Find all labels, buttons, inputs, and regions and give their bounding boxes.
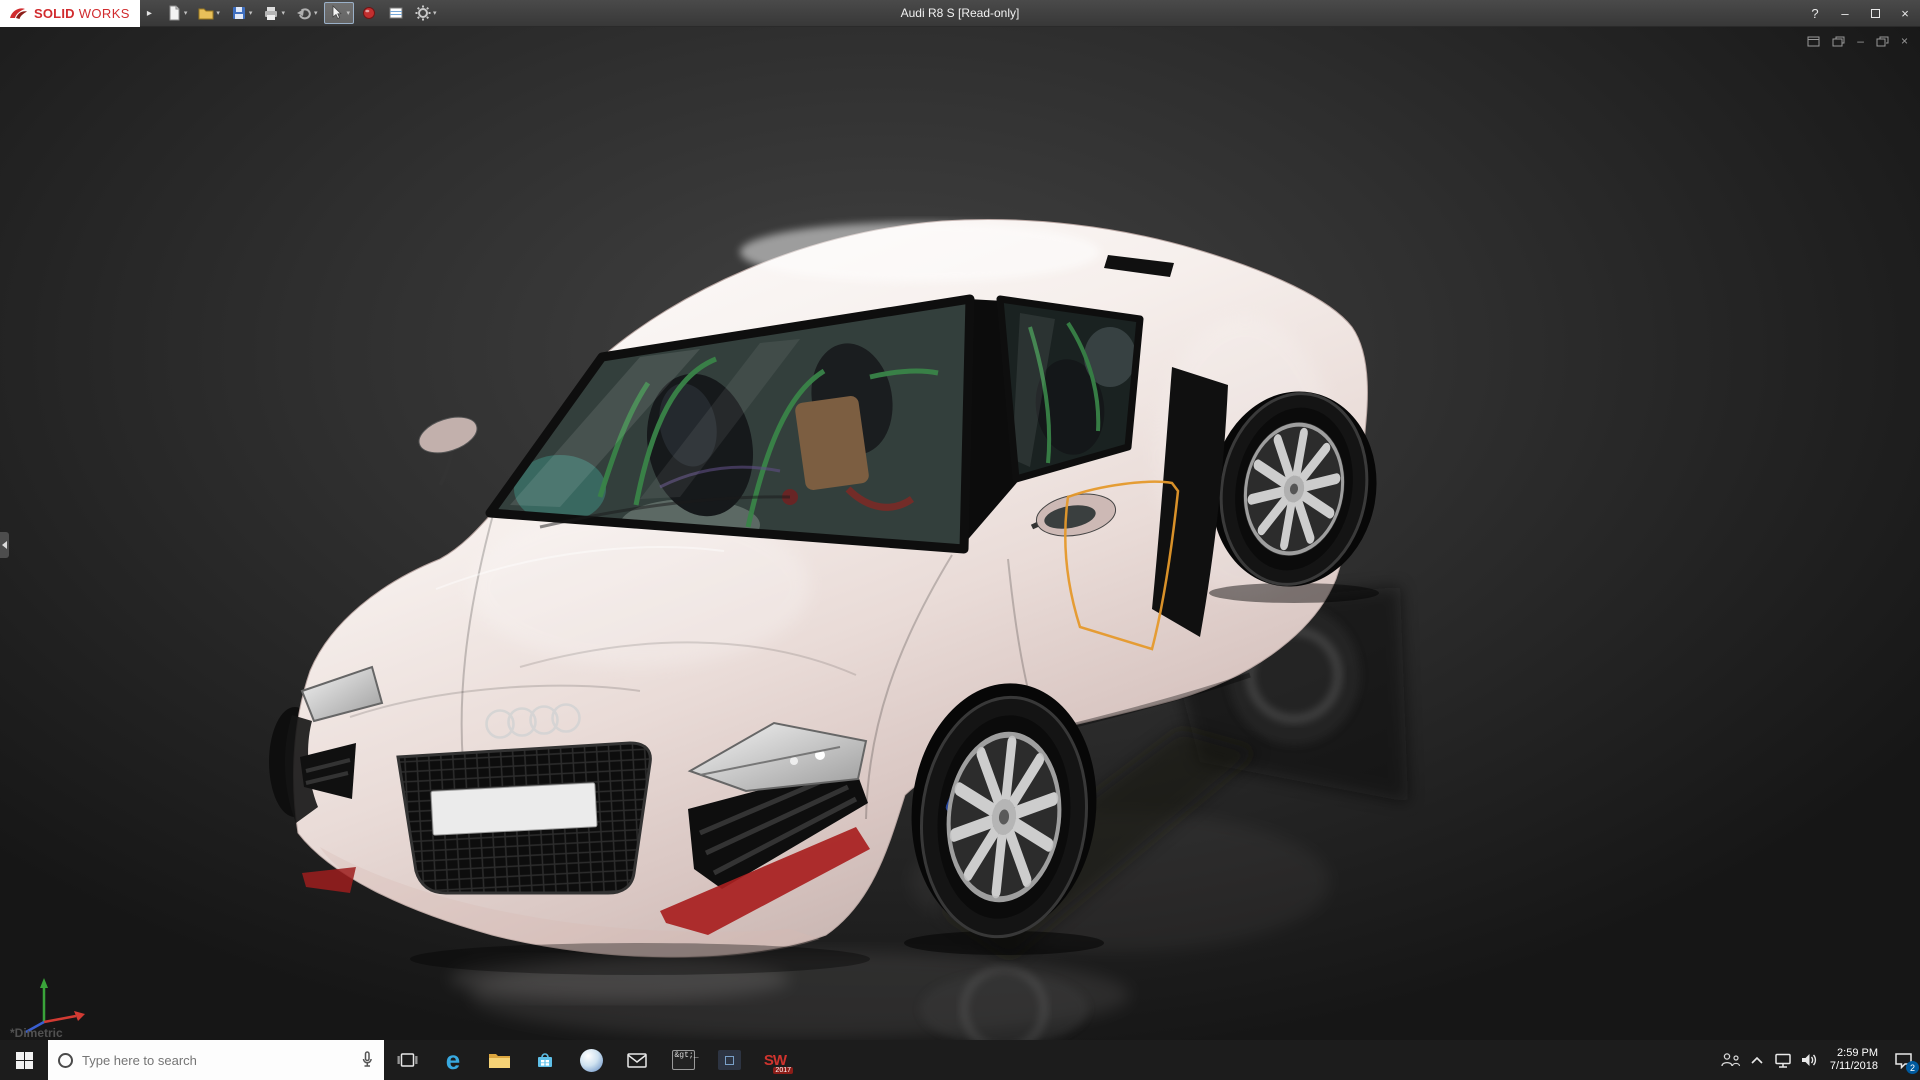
file-properties-button[interactable] [384,2,408,24]
media-app-icon [580,1049,603,1072]
open-document-button[interactable]: ▾ [194,2,224,24]
mail-icon [627,1053,647,1068]
windows-taskbar: e &gt;_ SW 2017 [0,1040,1920,1080]
cascade-window-icon[interactable] [1832,36,1845,47]
cortana-icon [58,1053,73,1068]
dropdown-caret-icon[interactable]: ▾ [249,9,253,17]
maximize-button[interactable] [1860,0,1890,26]
dassault-logo-icon [8,5,30,21]
file-explorer-icon [488,1051,511,1069]
taskbar-app-solidworks[interactable]: SW 2017 [752,1040,798,1080]
chevron-up-icon [1750,1055,1764,1065]
options-gear-icon [415,5,431,21]
options-button[interactable]: ▾ [411,2,441,24]
notification-badge: 2 [1906,1061,1919,1074]
record-macro-button[interactable] [357,2,381,24]
people-icon [1720,1052,1742,1068]
task-view-button[interactable] [384,1040,430,1080]
menu-flyout-arrow-icon[interactable]: ▸ [147,8,152,19]
undo-button[interactable]: ▾ [292,2,322,24]
new-window-icon[interactable] [1807,36,1820,47]
edge-icon: e [446,1047,460,1073]
taskbar-app-media[interactable] [568,1040,614,1080]
undo-icon [296,5,312,21]
doc-minimize-button[interactable]: – [1857,35,1864,47]
taskbar-search-box[interactable] [48,1040,384,1080]
titlebar: SOLID WORKS ▸ ▾ ▾ ▾ ▾ [0,0,1920,27]
dropdown-caret-icon[interactable]: ▾ [184,9,188,17]
clock-time: 2:59 PM [1830,1047,1878,1060]
logo-text-solid: SOLID [34,6,75,21]
network-icon [1774,1052,1792,1069]
quick-access-toolbar: ▾ ▾ ▾ ▾ ▾ [162,2,441,24]
open-folder-icon [198,5,214,21]
windows-logo-icon [16,1052,33,1069]
3d-model-canvas[interactable] [0,27,1920,1040]
taskbar-app-mail[interactable] [614,1040,660,1080]
print-icon [263,5,279,21]
dropdown-caret-icon[interactable]: ▾ [281,9,285,17]
store-icon [535,1050,555,1070]
start-button[interactable] [0,1040,48,1080]
select-tool-button[interactable]: ▾ [324,2,354,24]
doc-minimize-icon: – [1857,35,1864,47]
microphone-icon[interactable] [360,1051,374,1069]
collapse-arrow-icon [2,541,7,549]
logo-text-works: WORKS [79,6,130,21]
maximize-icon [1871,9,1880,18]
taskbar-app-store[interactable] [522,1040,568,1080]
print-button[interactable]: ▾ [259,2,289,24]
volume-button[interactable] [1796,1040,1822,1080]
minimize-icon: – [1841,6,1848,21]
document-window-controls: – × [1807,35,1908,47]
search-input[interactable] [82,1053,314,1068]
doc-restore-button[interactable] [1876,36,1889,47]
help-button[interactable]: ? [1800,0,1830,26]
dropdown-caret-icon[interactable]: ▾ [216,9,220,17]
taskbar-app-dev[interactable] [706,1040,752,1080]
dropdown-caret-icon[interactable]: ▾ [433,9,437,17]
clock-date: 7/11/2018 [1830,1060,1878,1073]
taskbar-app-command-prompt[interactable]: &gt;_ [660,1040,706,1080]
command-prompt-icon: &gt;_ [672,1050,695,1070]
save-button[interactable]: ▾ [227,2,257,24]
help-icon: ? [1811,6,1818,21]
tray-overflow-button[interactable] [1744,1040,1770,1080]
taskbar-app-file-explorer[interactable] [476,1040,522,1080]
solidworks-logo[interactable]: SOLID WORKS [0,0,140,27]
volume-icon [1800,1052,1818,1068]
taskbar-clock[interactable]: 2:59 PM 7/11/2018 [1822,1047,1886,1073]
file-properties-icon [388,5,404,21]
dropdown-caret-icon[interactable]: ▾ [314,9,318,17]
dropdown-caret-icon[interactable]: ▾ [346,9,350,17]
task-view-icon [397,1052,418,1068]
select-cursor-icon [328,5,344,21]
left-mirror [415,411,482,485]
view-orientation-label: *Dimetric [10,1026,63,1040]
action-center-button[interactable]: 2 [1886,1040,1920,1080]
doc-close-icon: × [1901,35,1908,47]
taskbar-app-edge[interactable]: e [430,1040,476,1080]
doc-close-button[interactable]: × [1901,35,1908,47]
system-tray: 2:59 PM 7/11/2018 2 [1718,1040,1920,1080]
network-button[interactable] [1770,1040,1796,1080]
close-button[interactable]: × [1890,0,1920,26]
reference-triad [14,970,90,1034]
dev-app-icon [718,1050,741,1070]
graphics-area[interactable]: – × *Dimetric [0,27,1920,1040]
save-icon [231,5,247,21]
panel-collapse-tab[interactable] [0,532,9,558]
new-document-button[interactable]: ▾ [162,2,192,24]
record-macro-icon [361,5,377,21]
window-controls: ? – × [1800,0,1920,26]
license-plate [431,783,597,836]
close-icon: × [1901,6,1909,21]
minimize-button[interactable]: – [1830,0,1860,26]
new-document-icon [166,5,182,21]
solidworks-2017-icon: SW 2017 [757,1045,793,1075]
people-button[interactable] [1718,1040,1744,1080]
